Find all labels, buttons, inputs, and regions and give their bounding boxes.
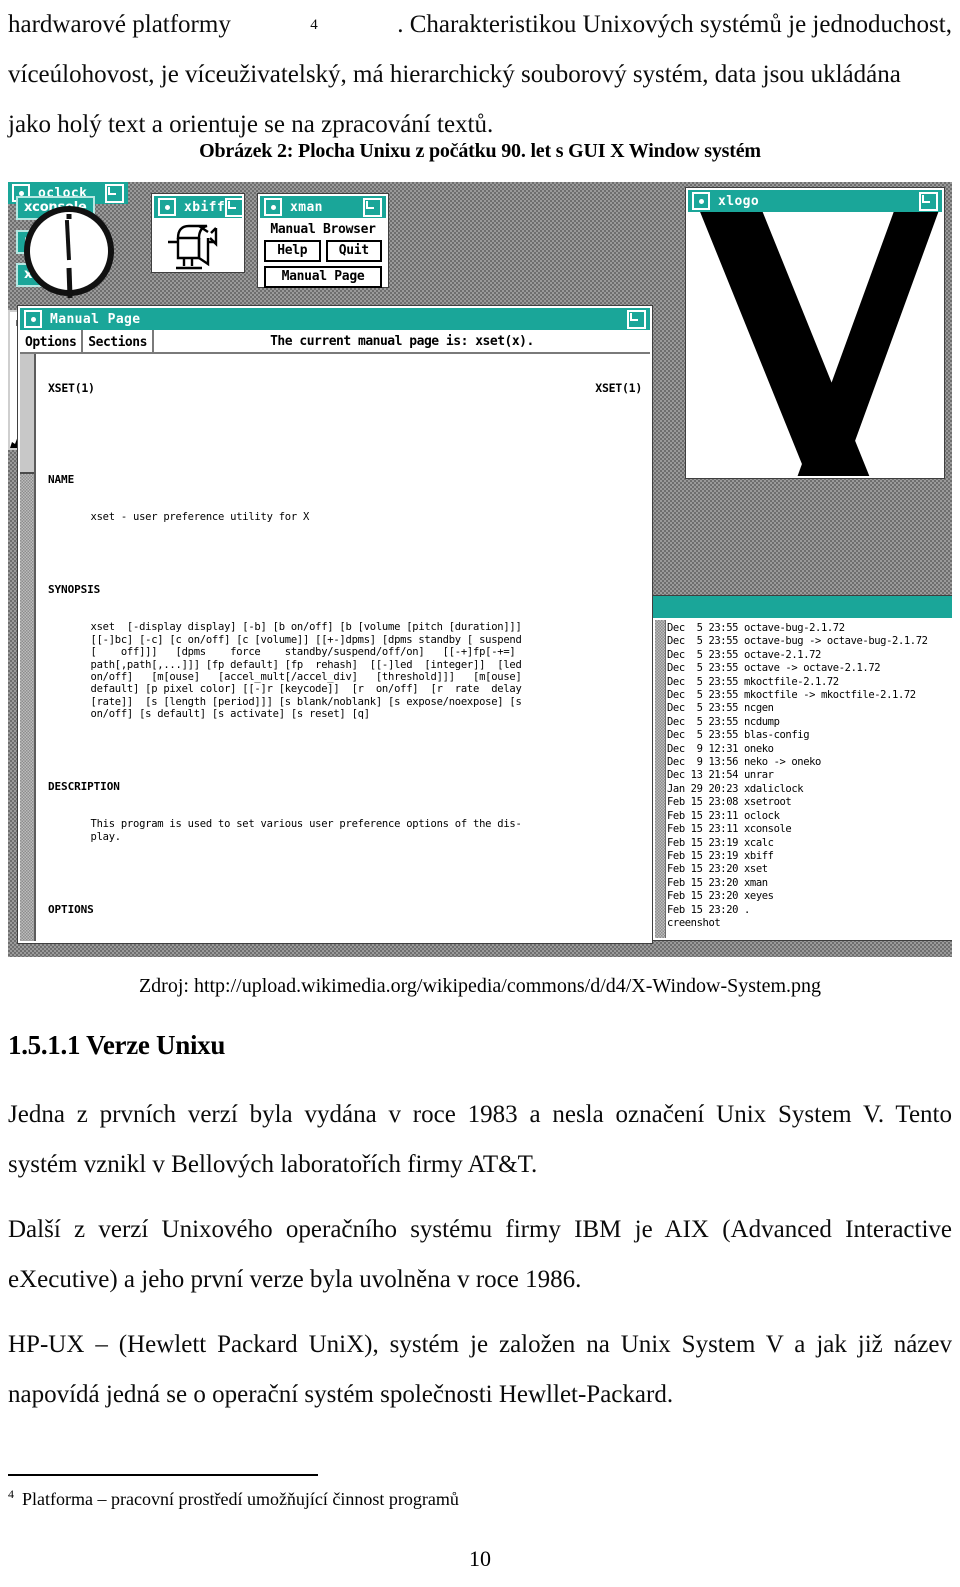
maximize-icon[interactable] — [363, 197, 382, 217]
footnote-separator — [8, 1474, 318, 1476]
man-section-options-title: OPTIONS — [48, 902, 94, 916]
clock-face — [24, 206, 114, 299]
figure-source: Zdroj: http://upload.wikimedia.org/wikip… — [138, 975, 822, 997]
x-window-system-screenshot: xconsole root@:~ xterm xbiff — [8, 182, 952, 957]
log-window-scrollbar[interactable] — [655, 620, 666, 938]
log-window-lines: Dec 5 23:55 octave-bug-2.1.72 Dec 5 23:5… — [667, 622, 928, 929]
man-section-description-title: DESCRIPTION — [48, 780, 120, 794]
footnote-text: Platforma – pracovní prostředí umožňujíc… — [22, 1489, 459, 1509]
window-menu-icon[interactable] — [692, 192, 710, 210]
clock-minute-hand — [64, 219, 71, 261]
menu-sections[interactable]: Sections — [83, 330, 154, 352]
window-file-listing[interactable]: Dec 5 23:55 octave-bug-2.1.72 Dec 5 23:5… — [653, 596, 952, 940]
xlogo-title-label: xlogo — [718, 193, 760, 209]
window-menu-icon[interactable] — [158, 198, 176, 216]
man-head-right: XSET(1) — [595, 380, 642, 395]
x-logo-canvas — [688, 212, 942, 476]
section-heading-text: Verze Unixu — [86, 1030, 226, 1060]
manual-page-body: XSET(1) XSET(1) NAME xset - user prefere… — [20, 354, 650, 941]
xman-heading: Manual Browser — [270, 222, 376, 237]
xman-button-row: Help Quit — [264, 240, 382, 262]
man-head-left: XSET(1) — [48, 380, 95, 395]
paragraph-3-line-2: eXecutive) a jeho první verze byla uvoln… — [8, 1266, 582, 1293]
maximize-icon[interactable] — [105, 183, 124, 203]
paragraph-4: HP-UX – (Hewlett Packard UniX), systém j… — [8, 1320, 952, 1420]
paragraph-1-line-1-a: hardwarové platformy — [8, 11, 231, 38]
window-menu-icon[interactable] — [264, 198, 282, 216]
manual-page-scrollbar[interactable] — [20, 354, 36, 941]
window-xman[interactable]: xman Manual Browser Help Quit Manual Pag… — [258, 194, 388, 288]
manual-page-button[interactable]: Manual Page — [264, 266, 382, 288]
paragraph-1-line-2: víceúlohovost, je víceuživatelský, má hi… — [8, 61, 901, 88]
paragraph-2: Jedna z prvních verzí byla vydána v roce… — [8, 1090, 952, 1190]
footnote-4: 4 Platforma – pracovní prostředí umožňují… — [8, 1487, 459, 1510]
log-window-body: Dec 5 23:55 octave-bug-2.1.72 Dec 5 23:5… — [655, 620, 950, 938]
man-section-synopsis-body: xset [-display display] [-b] [b on/off] … — [90, 621, 522, 721]
clock-hour-hand — [66, 267, 73, 299]
maximize-icon[interactable] — [627, 309, 646, 329]
paragraph-1: hardwarové platformy 4 . Charakteristikou … — [8, 0, 952, 150]
paragraph-2-line-1: Jedna z prvních verzí byla vydána v roce… — [8, 1101, 952, 1128]
clock-twelve-marker — [66, 214, 72, 219]
manual-page-titlebar[interactable]: Manual Page — [20, 308, 650, 330]
log-window-titlebar[interactable] — [653, 596, 952, 618]
help-button[interactable]: Help — [264, 240, 321, 262]
man-section-name-title: NAME — [48, 472, 75, 486]
window-xbiff[interactable]: xbiff — [152, 194, 245, 272]
maximize-icon[interactable] — [225, 197, 245, 217]
window-manual-page[interactable]: Manual Page Options Sections The current… — [18, 306, 652, 943]
man-section-synopsis-title: SYNOPSIS — [48, 583, 101, 597]
footnote-marker: 4 — [8, 1487, 14, 1501]
footnote-ref-4: 4 — [310, 17, 318, 33]
paragraph-4-line-2: napovídá jedná se o operační systém spol… — [8, 1381, 674, 1408]
xbiff-titlebar[interactable]: xbiff — [154, 196, 245, 218]
man-section-description-body: This program is used to set various user… — [90, 818, 522, 843]
menu-options[interactable]: Options — [20, 330, 84, 352]
paragraph-2-line-2: systém vznikl v Bellových laboratořích f… — [8, 1151, 538, 1178]
xbiff-title-label: xbiff — [184, 199, 226, 215]
figure-caption: Obrázek 2: Plocha Unixu z počátku 90. le… — [199, 140, 761, 162]
manual-page-title-label: Manual Page — [50, 311, 141, 327]
paragraph-1-line-1-b: . Charakteristikou Unixových systémů je … — [397, 11, 952, 38]
xman-title-label: xman — [290, 199, 323, 215]
xman-body: Manual Browser Help Quit Manual Page — [260, 218, 386, 288]
mailbox-icon — [168, 224, 218, 270]
paragraph-4-line-1: HP-UX – (Hewlett Packard UniX), systém j… — [8, 1331, 952, 1358]
paragraph-3: Další z verzí Unixového operačního systé… — [8, 1205, 952, 1305]
section-heading: 1.5.1.1 Verze Unixu — [8, 1030, 225, 1061]
page-number: 10 — [469, 1546, 491, 1571]
section-heading-number: 1.5.1.1 — [8, 1030, 81, 1060]
xbiff-mailbox-canvas — [154, 218, 242, 270]
paragraph-1-line-1: hardwarové platformy 4 . Charakteristikou … — [8, 0, 952, 50]
xman-titlebar[interactable]: xman — [260, 196, 386, 218]
man-running-head: XSET(1) XSET(1) — [48, 380, 642, 395]
window-menu-icon[interactable] — [24, 310, 42, 328]
xlogo-titlebar[interactable]: xlogo — [688, 190, 942, 212]
scrollbar-thumb[interactable] — [20, 354, 34, 474]
man-section-name-body: xset - user preference utility for X — [48, 511, 310, 524]
document-page: hardwarové platformy 4 . Charakteristikou … — [0, 0, 960, 1587]
maximize-icon[interactable] — [919, 191, 938, 211]
manual-page-text: XSET(1) XSET(1) NAME xset - user prefere… — [36, 354, 650, 941]
window-xlogo[interactable]: xlogo — [686, 188, 944, 478]
quit-button[interactable]: Quit — [325, 240, 382, 262]
manual-page-menubar: Options Sections The current manual page… — [20, 330, 650, 354]
paragraph-3-line-1: Další z verzí Unixového operačního systé… — [8, 1216, 952, 1243]
manual-page-status: The current manual page is: xset(x). — [270, 333, 534, 349]
